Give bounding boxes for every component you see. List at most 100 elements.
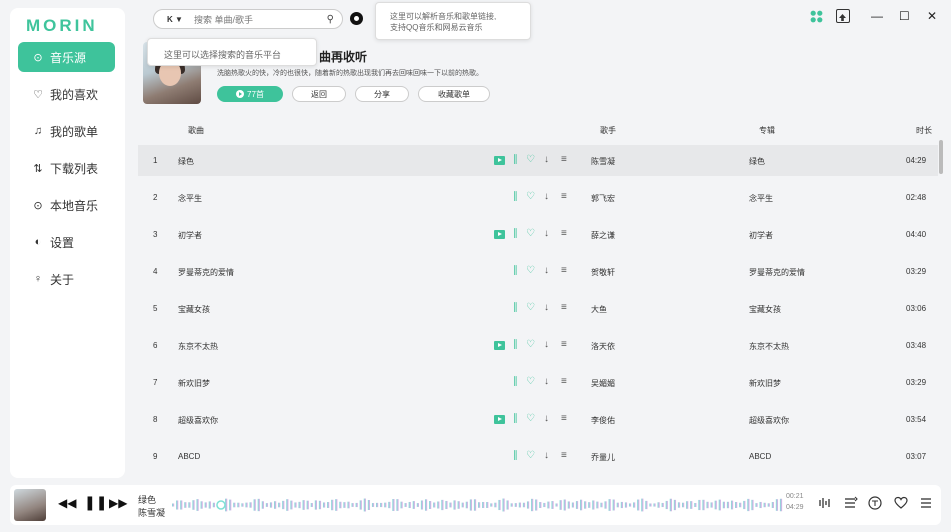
table-row[interactable]: 5 宝藏女孩 ∥ ♡ ↓ ≡ 大鱼 宝藏女孩 03:06 bbox=[138, 293, 938, 324]
song-artist[interactable]: 郭飞宏 bbox=[591, 193, 615, 204]
download-icon[interactable]: ↓ bbox=[544, 413, 549, 425]
song-artist[interactable]: 吴媚媚 bbox=[591, 378, 615, 389]
heart-icon[interactable]: ♡ bbox=[526, 376, 535, 388]
song-artist[interactable]: 李俊佑 bbox=[591, 415, 615, 426]
back-button[interactable]: 返回 bbox=[292, 86, 346, 102]
download-icon[interactable]: ↓ bbox=[544, 265, 549, 277]
sidebar-item-downloads[interactable]: ⇅ 下载列表 bbox=[18, 153, 115, 183]
playlist-queue-icon[interactable] bbox=[919, 496, 933, 513]
add-to-queue-icon[interactable]: ≡ bbox=[561, 450, 567, 462]
similar-icon[interactable]: ∥ bbox=[513, 339, 518, 351]
parse-link-button[interactable] bbox=[350, 12, 363, 25]
minimize-button[interactable]: — bbox=[871, 9, 883, 23]
download-icon[interactable]: ↓ bbox=[544, 450, 549, 462]
download-icon[interactable]: ↓ bbox=[544, 191, 549, 203]
add-to-queue-icon[interactable]: ≡ bbox=[561, 376, 567, 388]
similar-icon[interactable]: ∥ bbox=[513, 191, 518, 203]
song-title[interactable]: 初学者 bbox=[178, 230, 202, 241]
song-title[interactable]: 念平生 bbox=[178, 193, 202, 204]
song-album[interactable]: 罗曼蒂克的爱情 bbox=[749, 267, 805, 278]
table-row[interactable]: 6 东京不太热 ∥ ♡ ↓ ≡ 洛天依 东京不太热 03:48 bbox=[138, 330, 938, 361]
song-album[interactable]: 宝藏女孩 bbox=[749, 304, 781, 315]
song-album[interactable]: 初学者 bbox=[749, 230, 773, 241]
play-all-button[interactable]: 77首 bbox=[217, 86, 283, 102]
table-row[interactable]: 3 初学者 ∥ ♡ ↓ ≡ 薛之谦 初学者 04:40 bbox=[138, 219, 938, 250]
maximize-button[interactable]: ☐ bbox=[899, 9, 910, 23]
mv-icon[interactable] bbox=[494, 230, 505, 239]
share-button[interactable]: 分享 bbox=[355, 86, 409, 102]
song-album[interactable]: 念平生 bbox=[749, 193, 773, 204]
search-input[interactable]: 搜索 单曲/歌手 bbox=[194, 13, 327, 26]
table-row[interactable]: 7 新欢旧梦 ∥ ♡ ↓ ≡ 吴媚媚 新欢旧梦 03:29 bbox=[138, 367, 938, 398]
download-icon[interactable]: ↓ bbox=[544, 154, 549, 166]
close-button[interactable]: ✕ bbox=[927, 9, 937, 23]
similar-icon[interactable]: ∥ bbox=[513, 376, 518, 388]
scrollbar[interactable] bbox=[939, 140, 943, 174]
favorite-icon[interactable] bbox=[894, 496, 908, 513]
mv-icon[interactable] bbox=[494, 415, 505, 424]
download-icon[interactable]: ↓ bbox=[544, 228, 549, 240]
add-to-queue-icon[interactable]: ≡ bbox=[561, 191, 567, 203]
sidebar-item-my-playlists[interactable]: ♫ 我的歌单 bbox=[18, 116, 115, 146]
platform-select[interactable]: K ▼ bbox=[158, 12, 192, 26]
heart-icon[interactable]: ♡ bbox=[526, 191, 535, 203]
sidebar-item-about[interactable]: ♀ 关于 bbox=[18, 264, 115, 294]
heart-icon[interactable]: ♡ bbox=[526, 339, 535, 351]
previous-icon[interactable]: ◀◀ bbox=[58, 496, 76, 510]
equalizer-icon[interactable] bbox=[818, 496, 832, 513]
song-album[interactable]: 新欢旧梦 bbox=[749, 378, 781, 389]
mini-mode-icon[interactable] bbox=[836, 9, 850, 23]
table-row[interactable]: 9 ABCD ∥ ♡ ↓ ≡ 乔量儿 ABCD 03:07 bbox=[138, 441, 938, 472]
sidebar-item-local-music[interactable]: ⊙ 本地音乐 bbox=[18, 190, 115, 220]
sidebar-item-settings[interactable]: ◐ 设置 bbox=[18, 227, 115, 257]
collect-playlist-button[interactable]: 收藏歌单 bbox=[418, 86, 490, 102]
add-to-queue-icon[interactable]: ≡ bbox=[561, 339, 567, 351]
song-artist[interactable]: 薛之谦 bbox=[591, 230, 615, 241]
next-icon[interactable]: ▶▶ bbox=[109, 496, 127, 510]
song-artist[interactable]: 大鱼 bbox=[591, 304, 607, 315]
heart-icon[interactable]: ♡ bbox=[526, 450, 535, 462]
song-album[interactable]: ABCD bbox=[749, 452, 771, 461]
similar-icon[interactable]: ∥ bbox=[513, 265, 518, 277]
download-icon[interactable]: ↓ bbox=[544, 339, 549, 351]
table-row[interactable]: 2 念平生 ∥ ♡ ↓ ≡ 郭飞宏 念平生 02:48 bbox=[138, 182, 938, 213]
song-title[interactable]: 新欢旧梦 bbox=[178, 378, 210, 389]
song-title[interactable]: 罗曼蒂克的爱情 bbox=[178, 267, 234, 278]
sidebar-item-music-source[interactable]: ⊙ 音乐源 bbox=[18, 42, 115, 72]
song-artist[interactable]: 贺敬轩 bbox=[591, 267, 615, 278]
similar-icon[interactable]: ∥ bbox=[513, 154, 518, 166]
now-playing-cover[interactable] bbox=[14, 489, 46, 521]
mv-icon[interactable] bbox=[494, 156, 505, 165]
song-album[interactable]: 绿色 bbox=[749, 156, 765, 167]
table-row[interactable]: 4 罗曼蒂克的爱情 ∥ ♡ ↓ ≡ 贺敬轩 罗曼蒂克的爱情 03:29 bbox=[138, 256, 938, 287]
progress-waveform[interactable] bbox=[172, 493, 784, 517]
song-artist[interactable]: 陈雪凝 bbox=[591, 156, 615, 167]
heart-icon[interactable]: ♡ bbox=[526, 413, 535, 425]
song-album[interactable]: 超级喜欢你 bbox=[749, 415, 789, 426]
heart-icon[interactable]: ♡ bbox=[526, 265, 535, 277]
similar-icon[interactable]: ∥ bbox=[513, 450, 518, 462]
song-title[interactable]: 宝藏女孩 bbox=[178, 304, 210, 315]
song-title[interactable]: ABCD bbox=[178, 452, 200, 461]
similar-icon[interactable]: ∥ bbox=[513, 413, 518, 425]
song-artist[interactable]: 洛天依 bbox=[591, 341, 615, 352]
song-album[interactable]: 东京不太热 bbox=[749, 341, 789, 352]
heart-icon[interactable]: ♡ bbox=[526, 302, 535, 314]
add-to-queue-icon[interactable]: ≡ bbox=[561, 302, 567, 314]
song-title[interactable]: 东京不太热 bbox=[178, 341, 218, 352]
similar-icon[interactable]: ∥ bbox=[513, 302, 518, 314]
pause-icon[interactable]: ❚❚ bbox=[84, 494, 107, 511]
song-title[interactable]: 绿色 bbox=[178, 156, 194, 167]
heart-icon[interactable]: ♡ bbox=[526, 154, 535, 166]
add-to-queue-icon[interactable]: ≡ bbox=[561, 154, 567, 166]
similar-icon[interactable]: ∥ bbox=[513, 228, 518, 240]
table-row[interactable]: 1 绿色 ∥ ♡ ↓ ≡ 陈雪凝 绿色 04:29 bbox=[138, 145, 938, 176]
song-title[interactable]: 超级喜欢你 bbox=[178, 415, 218, 426]
search-icon[interactable]: ⚲ bbox=[327, 14, 334, 25]
theme-icon[interactable] bbox=[810, 10, 823, 23]
heart-icon[interactable]: ♡ bbox=[526, 228, 535, 240]
lyrics-icon[interactable] bbox=[868, 496, 882, 513]
play-mode-icon[interactable] bbox=[844, 496, 858, 513]
download-icon[interactable]: ↓ bbox=[544, 302, 549, 314]
add-to-queue-icon[interactable]: ≡ bbox=[561, 265, 567, 277]
